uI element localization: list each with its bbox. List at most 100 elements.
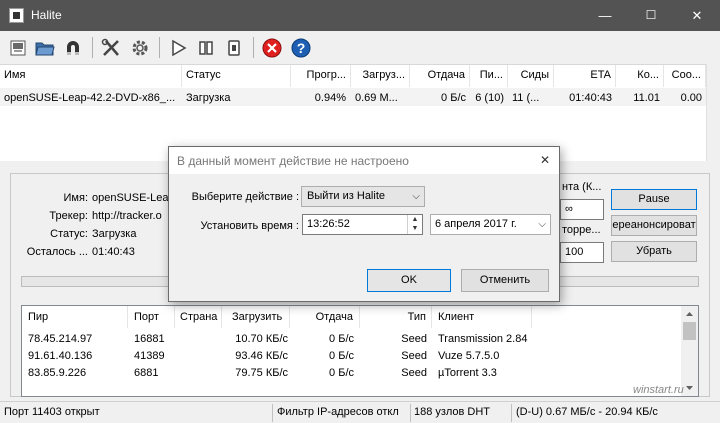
dialog-title-bar: В данный момент действие не настроено ✕ [169, 147, 559, 174]
maximize-button[interactable]: ☐ [628, 0, 674, 31]
rate-limit-label: нта (К... [562, 181, 602, 193]
column-header-name[interactable]: Имя [0, 65, 182, 87]
toolbar: ? [0, 31, 720, 64]
column-header-seeds[interactable]: Сиды [508, 65, 554, 87]
peers-scrollbar[interactable] [681, 306, 698, 396]
peer-port: 16881 [134, 333, 165, 345]
cell-ratio: 11.01 [633, 92, 660, 104]
time-spinner[interactable]: ▲ ▼ [407, 215, 422, 234]
peer-download: 93.46 КБ/с [235, 350, 288, 362]
remove-button[interactable]: Убрать [611, 241, 697, 262]
peer-port: 6881 [134, 367, 159, 379]
time-label: Установить время : [200, 220, 299, 232]
pause-button[interactable]: Pause [611, 189, 697, 210]
peers-header-type[interactable]: Тип [360, 306, 432, 328]
play-icon[interactable] [166, 36, 190, 60]
watermark: winstart.ru [633, 384, 684, 396]
name-label: Имя: [63, 192, 88, 204]
peers-header-download[interactable]: Загрузить [222, 306, 290, 328]
magnet-icon[interactable] [61, 36, 85, 60]
cell-progress: 0.94% [314, 92, 346, 104]
date-picker[interactable]: 6 апреля 2017 г. ⌵ [430, 214, 551, 235]
peer-client: Transmission 2.84 [438, 333, 528, 345]
close-window-button[interactable]: ✕ [674, 0, 720, 31]
title-bar: Halite — ☐ ✕ [0, 0, 720, 31]
cell-name: openSUSE-Leap-42.2-DVD-x86_... [4, 92, 176, 104]
name-value: openSUSE-Leap [92, 192, 175, 204]
peer-type: Seed [401, 350, 427, 362]
status-divider [410, 404, 411, 422]
rate-limit-field[interactable]: ∞ [560, 199, 604, 220]
peer-download: 10.70 КБ/с [235, 333, 288, 345]
column-header-ratio2[interactable]: Соо... [664, 65, 706, 87]
torrent-list-scrollbar[interactable] [706, 64, 720, 161]
cell-download: 0.69 M... [355, 92, 398, 104]
time-input[interactable]: 13:26:52 [302, 214, 423, 235]
peer-type: Seed [401, 333, 427, 345]
action-select[interactable]: Выйти из Halite ⌵ [301, 186, 425, 207]
svg-text:?: ? [297, 40, 306, 56]
app-icon [9, 8, 24, 23]
dialog-close-button[interactable]: ✕ [537, 152, 553, 168]
reannounce-button[interactable]: ереанонсироват [611, 215, 697, 236]
peers-header-upload[interactable]: Отдача [290, 306, 360, 328]
status-port: Порт 11403 открыт [4, 406, 100, 418]
peers-header-client[interactable]: Клиент [432, 306, 532, 328]
connections-label: торре... [562, 224, 601, 236]
cell-peers: 6 (10) [475, 92, 504, 104]
peer-upload: 0 Б/с [329, 333, 354, 345]
peer-type: Seed [401, 367, 427, 379]
spin-up-icon[interactable]: ▲ [408, 215, 422, 224]
peer-port: 41389 [134, 350, 165, 362]
dialog-title: В данный момент действие не настроено [177, 154, 409, 168]
peer-ip: 78.45.214.97 [28, 333, 93, 345]
peer-ip: 91.61.40.136 [28, 350, 93, 362]
column-header-download[interactable]: Загруз... [351, 65, 410, 87]
chevron-down-icon: ⌵ [538, 219, 546, 230]
ok-button[interactable]: OK [367, 269, 451, 292]
status-dht: 188 узлов DHT [414, 406, 490, 418]
peer-download: 79.75 КБ/с [235, 367, 288, 379]
minimize-button[interactable]: — [582, 0, 628, 31]
window-title: Halite [31, 8, 62, 22]
column-header-upload[interactable]: Отдача [410, 65, 470, 87]
peers-header-port[interactable]: Порт [128, 306, 175, 328]
peers-header-country[interactable]: Страна [175, 306, 222, 328]
cell-status: Загрузка [186, 92, 231, 104]
gear-icon[interactable] [128, 36, 152, 60]
peer-upload: 0 Б/с [329, 350, 354, 362]
cell-upload: 0 Б/с [441, 92, 466, 104]
toolbar-separator [92, 37, 93, 58]
date-picker-value: 6 апреля 2017 г. [435, 218, 517, 230]
stop-icon[interactable] [222, 36, 246, 60]
cell-eta: 01:40:43 [569, 92, 612, 104]
pause-icon[interactable] [194, 36, 218, 60]
cell-ratio2: 0.00 [680, 92, 702, 104]
help-icon[interactable]: ? [289, 36, 313, 60]
settings-tools-icon[interactable] [99, 36, 123, 60]
column-header-peers[interactable]: Пи... [470, 65, 508, 87]
cell-seeds: 11 (... [512, 92, 540, 104]
peer-client: Vuze 5.7.5.0 [438, 350, 500, 362]
column-header-status[interactable]: Статус [182, 65, 291, 87]
toolbar-separator [253, 37, 254, 58]
remaining-label: Осталось ... [26, 246, 88, 258]
peers-list: Пир Порт Страна Загрузить Отдача Тип Кли… [21, 305, 699, 397]
connections-field[interactable]: 100 [560, 242, 604, 263]
action-label: Выберите действие : [191, 191, 299, 203]
toolbar-separator [159, 37, 160, 58]
column-header-ratio[interactable]: Ко... [616, 65, 664, 87]
peer-ip: 83.85.9.226 [28, 367, 87, 379]
remove-icon[interactable] [260, 36, 284, 60]
column-header-progress[interactable]: Прогр... [291, 65, 351, 87]
peers-header-peer[interactable]: Пир [28, 306, 128, 328]
add-torrent-icon[interactable] [6, 36, 30, 60]
action-select-value: Выйти из Halite [307, 190, 385, 202]
column-header-eta[interactable]: ETA [554, 65, 616, 87]
spin-down-icon[interactable]: ▼ [408, 224, 422, 233]
status-label: Статус: [50, 228, 88, 240]
status-divider [511, 404, 512, 422]
cancel-button[interactable]: Отменить [461, 269, 549, 292]
open-folder-icon[interactable] [33, 36, 57, 60]
status-bar: Порт 11403 открыт Фильтр IP-адресов откл… [0, 401, 720, 423]
